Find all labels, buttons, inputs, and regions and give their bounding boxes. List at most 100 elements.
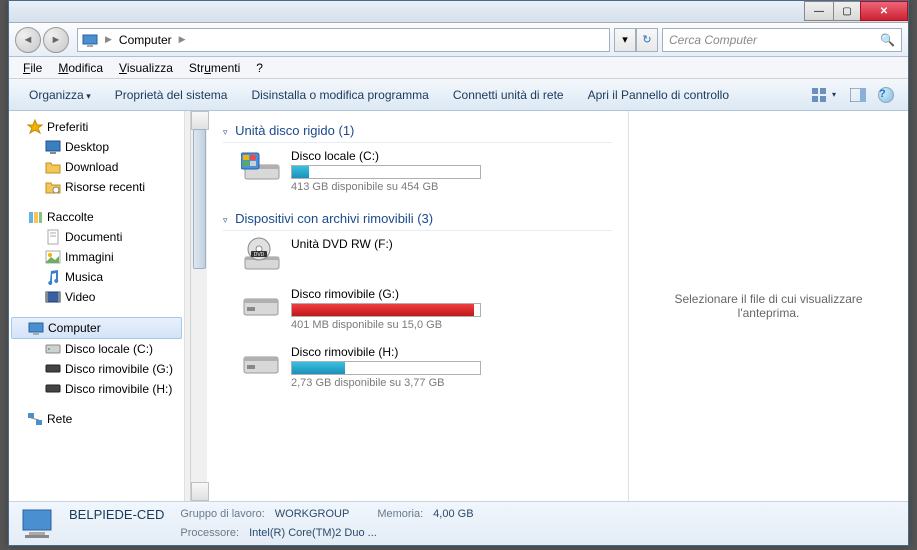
- refresh-button[interactable]: ↻: [636, 28, 658, 52]
- body: Preferiti Desktop Download Risorse recen…: [9, 111, 908, 501]
- window-controls: — ▢ ✕: [805, 1, 908, 22]
- drive-name: Disco rimovibile (H:): [291, 345, 612, 359]
- explorer-window: — ▢ ✕ ◄ ► ▶ Computer ▶ ▾ ↻ Cerca Compute…: [8, 0, 909, 546]
- sidebar-item-disco-g[interactable]: Disco rimovibile (G:): [9, 359, 184, 379]
- drive-capacity-bar: [291, 303, 481, 317]
- group-header-removable[interactable]: ▿ Dispositivi con archivi rimovibili (3): [223, 207, 612, 231]
- maximize-button[interactable]: ▢: [833, 1, 861, 21]
- network-icon: [27, 411, 43, 427]
- navigation-pane: Preferiti Desktop Download Risorse recen…: [9, 111, 185, 501]
- hdd-icon: [45, 341, 61, 357]
- drive-item-h[interactable]: Disco rimovibile (H:) 2,73 GB disponibil…: [241, 345, 612, 389]
- menu-file[interactable]: File: [15, 59, 50, 77]
- sidebar-item-disco-h[interactable]: Disco rimovibile (H:): [9, 379, 184, 399]
- menu-help[interactable]: ?: [248, 59, 271, 77]
- menu-bar: File Modifica Visualizza Strumenti ?: [9, 57, 908, 79]
- computer-large-icon: [19, 506, 59, 542]
- collapse-icon: ▿: [223, 127, 228, 137]
- sidebar-item-immagini[interactable]: Immagini: [9, 247, 184, 267]
- sidebar-group-raccolte: Raccolte Documenti Immagini Musica Video: [9, 207, 184, 307]
- details-computer-name: BELPIEDE-CED: [69, 507, 164, 522]
- group-header-hdd[interactable]: ▿ Unità disco rigido (1): [223, 119, 612, 143]
- search-icon: 🔍: [880, 33, 895, 47]
- preview-placeholder: Selezionare il file di cui visualizzare …: [649, 292, 888, 320]
- details-workgroup-value: WORKGROUP: [275, 508, 350, 520]
- cmd-connetti-unita[interactable]: Connetti unità di rete: [441, 84, 576, 106]
- removable-large-icon: [241, 287, 281, 323]
- cmd-pannello-controllo[interactable]: Apri il Pannello di controllo: [576, 84, 741, 106]
- documents-icon: [45, 229, 61, 245]
- computer-icon: [28, 320, 44, 336]
- menu-strumenti[interactable]: Strumenti: [181, 59, 248, 77]
- address-dropdown-button[interactable]: ▾: [614, 28, 636, 52]
- preview-pane: Selezionare il file di cui visualizzare …: [628, 111, 908, 501]
- search-input[interactable]: Cerca Computer 🔍: [662, 28, 902, 52]
- sidebar-group-computer: Computer Disco locale (C:) Disco rimovib…: [9, 317, 184, 399]
- details-processor-value: Intel(R) Core(TM)2 Duo ...: [249, 527, 377, 539]
- pictures-icon: [45, 249, 61, 265]
- sidebar-item-disco-c[interactable]: Disco locale (C:): [9, 339, 184, 359]
- cmd-disinstalla[interactable]: Disinstalla o modifica programma: [239, 84, 440, 106]
- cmd-proprieta-sistema[interactable]: Proprietà del sistema: [103, 84, 240, 106]
- details-workgroup-label: Gruppo di lavoro:: [180, 508, 264, 520]
- details-memory-label: Memoria:: [377, 508, 423, 520]
- help-button[interactable]: ?: [874, 83, 898, 107]
- main-area: ▿ Unità disco rigido (1) Disco locale (C…: [207, 111, 908, 501]
- dvd-large-icon: DVD: [241, 237, 281, 273]
- sidebar-scrollbar[interactable]: [190, 111, 207, 501]
- cmd-organizza[interactable]: Organizza: [17, 84, 103, 106]
- close-button[interactable]: ✕: [860, 1, 908, 21]
- breadcrumb-arrow[interactable]: ▶: [176, 34, 189, 45]
- details-memory-value: 4,00 GB: [433, 508, 473, 520]
- removable-icon: [45, 381, 61, 397]
- sidebar-item-desktop[interactable]: Desktop: [9, 137, 184, 157]
- drive-info: Disco rimovibile (G:) 401 MB disponibile…: [291, 287, 612, 331]
- sidebar-group-rete: Rete: [9, 409, 184, 429]
- sidebar-header-preferiti[interactable]: Preferiti: [9, 117, 184, 137]
- scrollbar-thumb[interactable]: [193, 129, 206, 269]
- drive-item-g[interactable]: Disco rimovibile (G:) 401 MB disponibile…: [241, 287, 612, 331]
- breadcrumb-segment[interactable]: Computer: [115, 33, 176, 47]
- drive-info: Unità DVD RW (F:): [291, 237, 612, 253]
- drive-name: Unità DVD RW (F:): [291, 237, 612, 251]
- titlebar: — ▢ ✕: [9, 1, 908, 23]
- back-button[interactable]: ◄: [15, 27, 41, 53]
- forward-button[interactable]: ►: [43, 27, 69, 53]
- sidebar-item-computer[interactable]: Computer: [11, 317, 182, 339]
- sidebar-item-rete[interactable]: Rete: [9, 409, 184, 429]
- sidebar-item-download[interactable]: Download: [9, 157, 184, 177]
- view-mode-button[interactable]: ▾: [806, 83, 842, 107]
- hdd-large-icon: [241, 149, 281, 185]
- drive-item-c[interactable]: Disco locale (C:) 413 GB disponibile su …: [241, 149, 612, 193]
- drive-info: Disco rimovibile (H:) 2,73 GB disponibil…: [291, 345, 612, 389]
- preview-pane-button[interactable]: [846, 83, 870, 107]
- svg-text:DVD: DVD: [254, 252, 265, 258]
- address-right-buttons: ▾ ↻: [614, 28, 658, 52]
- sidebar-item-documenti[interactable]: Documenti: [9, 227, 184, 247]
- drive-info: Disco locale (C:) 413 GB disponibile su …: [291, 149, 612, 193]
- computer-icon: [82, 32, 98, 48]
- drive-capacity-bar: [291, 361, 481, 375]
- drive-status: 413 GB disponibile su 454 GB: [291, 181, 612, 193]
- menu-visualizza[interactable]: Visualizza: [111, 59, 181, 77]
- drive-capacity-bar: [291, 165, 481, 179]
- minimize-button[interactable]: —: [804, 1, 834, 21]
- address-bar[interactable]: ▶ Computer ▶: [77, 28, 610, 52]
- menu-modifica[interactable]: Modifica: [50, 59, 111, 77]
- drive-name: Disco rimovibile (G:): [291, 287, 612, 301]
- libraries-icon: [27, 209, 43, 225]
- drive-status: 401 MB disponibile su 15,0 GB: [291, 319, 612, 331]
- drive-item-dvd[interactable]: DVD Unità DVD RW (F:): [241, 237, 612, 273]
- sidebar-header-raccolte[interactable]: Raccolte: [9, 207, 184, 227]
- sidebar-item-risorse-recenti[interactable]: Risorse recenti: [9, 177, 184, 197]
- removable-large-icon: [241, 345, 281, 381]
- video-icon: [45, 289, 61, 305]
- download-folder-icon: [45, 159, 61, 175]
- breadcrumb-arrow[interactable]: ▶: [102, 34, 115, 45]
- sidebar-item-musica[interactable]: Musica: [9, 267, 184, 287]
- command-bar: Organizza Proprietà del sistema Disinsta…: [9, 79, 908, 111]
- sidebar-item-video[interactable]: Video: [9, 287, 184, 307]
- details-pane: BELPIEDE-CED Gruppo di lavoro: WORKGROUP…: [9, 501, 908, 545]
- navigation-bar: ◄ ► ▶ Computer ▶ ▾ ↻ Cerca Computer 🔍: [9, 23, 908, 57]
- drive-fill: [292, 362, 345, 374]
